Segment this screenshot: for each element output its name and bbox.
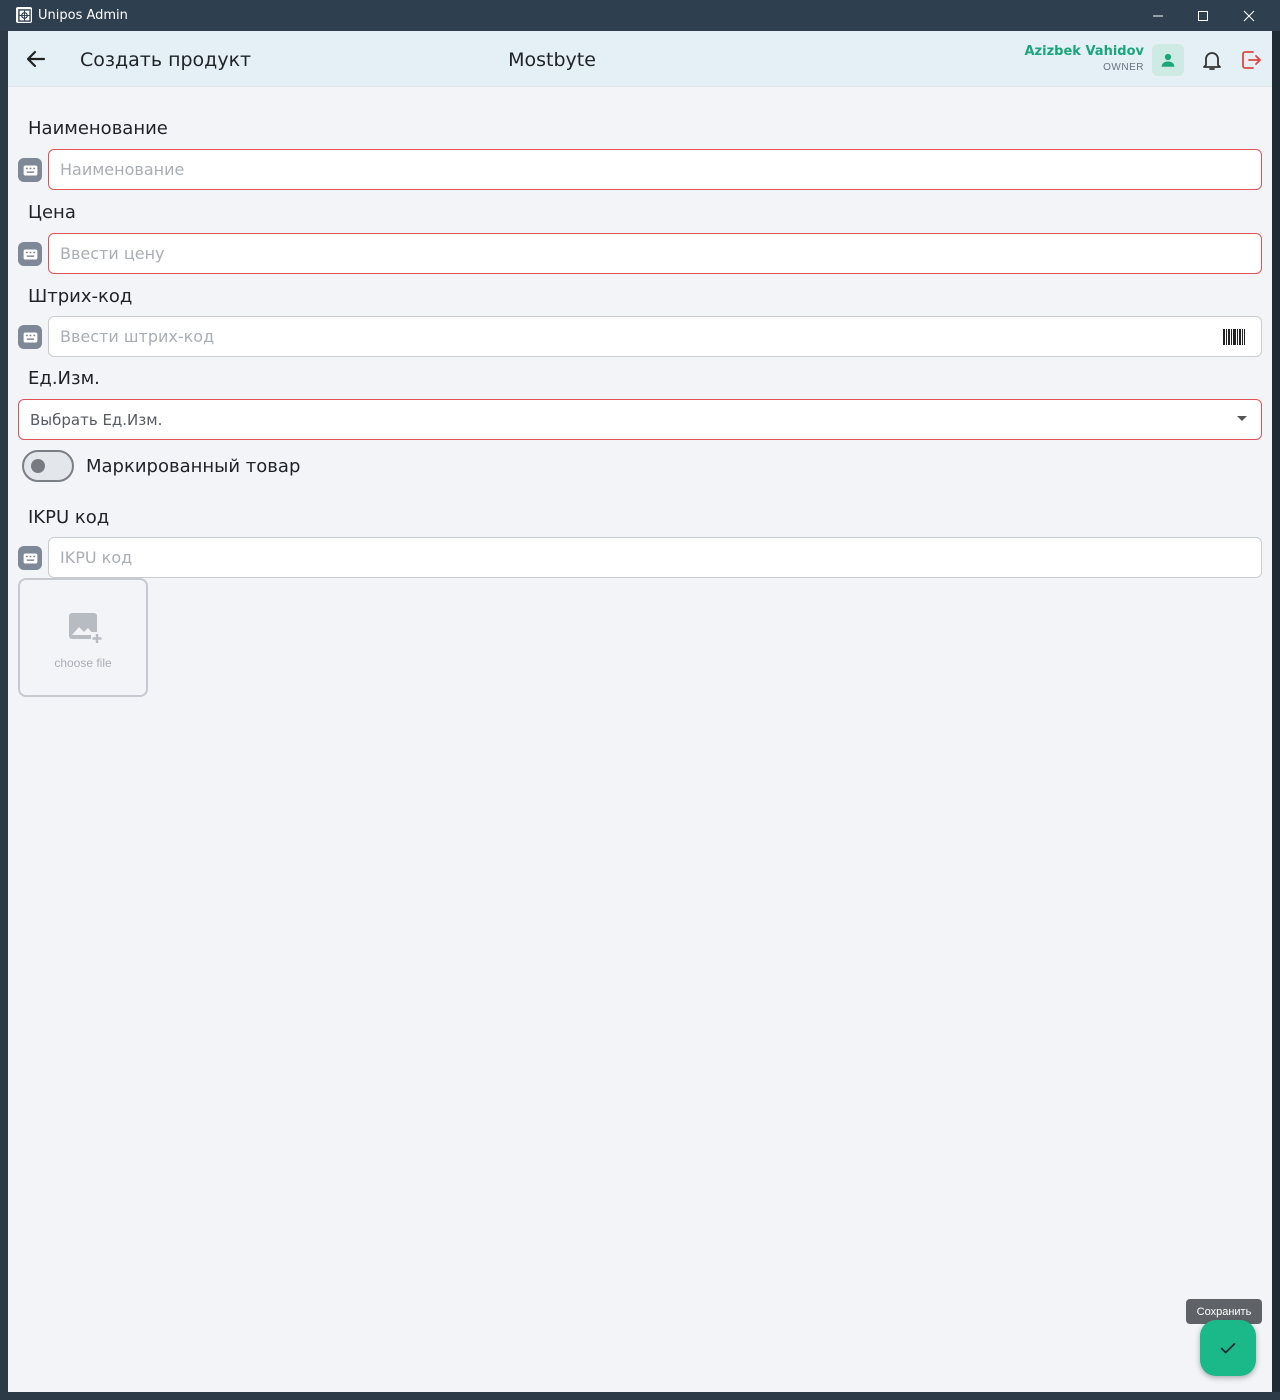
close-icon	[1243, 10, 1255, 21]
dropdown-caret-icon	[1237, 416, 1247, 421]
logout-button[interactable]	[1239, 48, 1263, 72]
name-label: Наименование	[28, 118, 168, 139]
marked-product-label: Маркированный товар	[86, 456, 301, 477]
keyboard-icon[interactable]	[18, 242, 42, 266]
barcode-scan-icon[interactable]	[1223, 329, 1245, 345]
window-title: Unipos Admin	[38, 8, 128, 23]
profile-button[interactable]	[1152, 44, 1184, 76]
image-upload-button[interactable]: choose file	[18, 578, 148, 697]
name-field[interactable]	[48, 149, 1262, 190]
ikpu-label: IKPU код	[28, 507, 110, 528]
ikpu-input[interactable]	[60, 548, 1210, 567]
ikpu-field[interactable]	[48, 537, 1262, 578]
barcode-label: Штрих-код	[28, 286, 133, 307]
price-field[interactable]	[48, 233, 1262, 274]
choose-file-label: choose file	[54, 656, 112, 670]
app-logo-icon	[16, 7, 32, 23]
barcode-input[interactable]	[60, 327, 1210, 346]
price-label: Цена	[28, 202, 76, 223]
app-window: Создать продукт Mostbyte Azizbek Vahidov…	[8, 31, 1272, 1392]
user-role: OWNER	[1103, 62, 1144, 73]
window-titlebar: Unipos Admin	[0, 0, 1280, 31]
app-header: Создать продукт Mostbyte Azizbek Vahidov…	[8, 31, 1272, 87]
company-name: Mostbyte	[508, 49, 596, 71]
close-button[interactable]	[1226, 0, 1272, 31]
marked-product-toggle[interactable]	[22, 450, 74, 482]
minimize-icon	[1153, 15, 1163, 16]
save-button[interactable]	[1200, 1320, 1256, 1376]
keyboard-icon[interactable]	[18, 325, 42, 349]
barcode-field[interactable]	[48, 316, 1262, 357]
unit-select-value: Выбрать Ед.Изм.	[30, 411, 163, 429]
minimize-button[interactable]	[1135, 0, 1181, 31]
window-border-bottom	[0, 1392, 1280, 1400]
keyboard-icon[interactable]	[18, 158, 42, 182]
keyboard-icon[interactable]	[18, 546, 42, 570]
check-icon	[1220, 1343, 1236, 1354]
add-image-icon	[69, 613, 103, 644]
bell-icon	[1203, 52, 1221, 70]
user-name: Azizbek Vahidov	[1024, 44, 1145, 59]
person-icon	[1161, 53, 1175, 67]
maximize-button[interactable]	[1180, 0, 1226, 31]
price-input[interactable]	[60, 244, 1210, 263]
logout-icon	[1242, 51, 1261, 69]
unit-label: Ед.Изм.	[28, 368, 100, 389]
maximize-icon	[1198, 10, 1208, 21]
notifications-button[interactable]	[1200, 48, 1224, 72]
toggle-knob	[31, 459, 45, 473]
unit-select[interactable]: Выбрать Ед.Изм.	[18, 399, 1262, 440]
background-window-edge	[1272, 31, 1280, 1400]
name-input[interactable]	[60, 160, 1210, 179]
window-border-left	[0, 31, 8, 1400]
